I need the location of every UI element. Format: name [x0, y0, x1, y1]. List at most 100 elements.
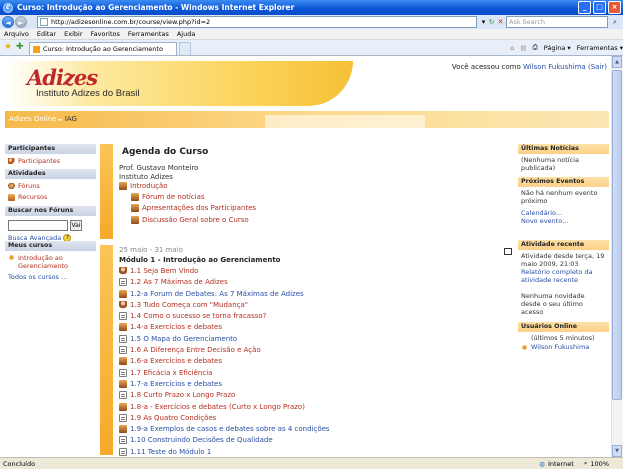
search-input[interactable]: Ask Search — [506, 16, 608, 28]
scrollbar-thumb[interactable] — [612, 70, 622, 400]
doc-icon — [119, 391, 127, 400]
module-1-section: 25 maio - 31 maio Módulo 1 - Introdução … — [100, 245, 514, 456]
home-icon[interactable]: ⌂ — [510, 44, 514, 52]
doc-icon — [119, 413, 127, 422]
tools-menu[interactable]: Ferramentas ▾ — [577, 44, 623, 52]
resources-link[interactable]: Recursos — [8, 193, 93, 201]
print-icon[interactable]: ⎙ — [533, 43, 538, 52]
forum-search-go-button[interactable]: Vai — [70, 220, 82, 231]
section-dates: 25 maio - 31 maio — [119, 246, 183, 254]
no-events-text: Não há nenhum evento próximo — [521, 189, 598, 205]
stop-icon[interactable]: ✕ — [495, 16, 506, 28]
forums-link[interactable]: Fóruns — [8, 182, 93, 190]
doc-icon — [119, 436, 127, 445]
section-toggle-icon[interactable] — [504, 248, 512, 255]
recent-activity-block: Atividade recente Atividade desde terça,… — [518, 240, 609, 318]
my-courses-block: Meus cursos Introdução ao Gerenciamento … — [5, 241, 96, 284]
module-item-link[interactable]: 1.5 O Mapa do Gerenciamento — [119, 334, 499, 343]
online-user-link[interactable]: Wilson Fukushima — [521, 343, 606, 351]
my-course-link[interactable]: Introdução ao Gerenciamento — [8, 254, 93, 270]
module-item-link[interactable]: 1.7-a Exercícios e debates — [119, 379, 499, 388]
module-item-link[interactable]: 1.8 Curto Prazo x Longo Prazo — [119, 391, 499, 400]
close-window-button[interactable]: × — [608, 1, 621, 14]
doc-icon — [119, 278, 127, 287]
forum-icon — [131, 215, 139, 224]
address-field[interactable]: http://adizesonline.com.br/course/view.p… — [37, 16, 477, 28]
module-item-link[interactable]: 1.10 Construindo Decisões de Qualidade — [119, 436, 499, 445]
new-tab-button[interactable] — [179, 42, 191, 55]
module-item-label: 1.7 Eficácia x Eficiência — [130, 368, 213, 377]
window-titlebar: Curso: Introdução ao Gerenciamento - Win… — [0, 0, 623, 15]
module-item-link[interactable]: 1.8-a - Exercícios e debates (Curto x Lo… — [119, 402, 499, 411]
user-link[interactable]: Wilson Fukushima — [523, 63, 586, 71]
menu-ferramentas[interactable]: Ferramentas — [128, 30, 169, 38]
module-item-link[interactable]: 1.6 A Diferença Entre Decisão e Ação — [119, 346, 499, 355]
forward-button[interactable]: ► — [15, 16, 27, 28]
module-item-link[interactable]: 1.4-a Exercícios e debates — [119, 323, 499, 332]
all-courses-link[interactable]: Todos os cursos ... — [8, 273, 93, 281]
user-icon — [119, 267, 127, 275]
participants-label: Participantes — [18, 157, 61, 165]
module-item-label: 1.6 A Diferença Entre Decisão e Ação — [130, 346, 261, 355]
logout-link[interactable]: (Sair) — [588, 63, 607, 71]
block-title: Meus cursos — [5, 241, 96, 251]
module-item-link[interactable]: 1.2 As 7 Máximas de Adizes — [119, 278, 499, 287]
my-course-label: Introdução ao Gerenciamento — [18, 254, 69, 270]
breadcrumb-home-link[interactable]: Adizes Online — [9, 115, 57, 123]
menu-favoritos[interactable]: Favoritos — [91, 30, 120, 38]
news-forum-label: Fórum de notícias — [142, 193, 205, 201]
favorites-star-icon[interactable]: ★ — [4, 43, 12, 52]
participants-link[interactable]: Participantes — [8, 157, 93, 165]
module-item-link[interactable]: 1.9 As Quatro Condições — [119, 413, 499, 422]
scroll-up-icon[interactable]: ▲ — [612, 56, 622, 68]
module-item-label: 1.6-a Exercícios e debates — [130, 357, 223, 366]
block-title: Buscar nos Fóruns — [5, 206, 96, 216]
module-item-link[interactable]: 1.1 Seja Bem Vindo — [119, 267, 499, 275]
resource-icon — [8, 193, 15, 201]
maximize-button[interactable]: □ — [593, 1, 606, 14]
zoom-icon[interactable]: ⌕ — [584, 459, 588, 468]
add-favorite-icon[interactable]: ✚ — [16, 43, 24, 52]
module-item-link[interactable]: 1.6-a Exercícios e debates — [119, 357, 499, 366]
adizes-logo[interactable]: Adizes — [27, 65, 98, 90]
search-icon[interactable]: ⌕ — [609, 16, 621, 28]
back-button[interactable]: ◄ — [2, 16, 14, 28]
feeds-icon[interactable]: ▤ — [520, 44, 526, 52]
module-item-label: 1.3 Tudo Começa com "Mudança" — [130, 300, 249, 309]
module-item-link[interactable]: 1.11 Teste do Módulo 1 — [119, 447, 499, 456]
minimize-button[interactable]: _ — [578, 1, 591, 14]
module-item-link[interactable]: 1.7 Eficácia x Eficiência — [119, 368, 499, 377]
forum-search-input[interactable] — [8, 220, 68, 231]
tab-course[interactable]: Curso: Introdução ao Gerenciamento — [29, 42, 177, 55]
forum-icon — [119, 289, 127, 298]
forum-icon — [131, 193, 139, 201]
online-window: (últimos 5 minutos) — [531, 334, 595, 342]
doc-icon — [119, 368, 127, 377]
module-item-link[interactable]: 1.3 Tudo Começa com "Mudança" — [119, 300, 499, 309]
discussion-forum-link[interactable]: Discussão Geral sobre o Curso — [131, 215, 256, 224]
intro-link[interactable]: Introdução — [119, 182, 256, 190]
zoom-level[interactable]: 100% — [590, 460, 609, 468]
new-event-link[interactable]: Novo evento... — [521, 217, 606, 225]
menu-exibir[interactable]: Exibir — [64, 30, 82, 38]
address-url: http://adizesonline.com.br/course/view.p… — [51, 18, 211, 26]
menu-arquivo[interactable]: Arquivo — [4, 30, 29, 38]
doc-icon — [119, 447, 127, 456]
full-report-link[interactable]: Relatório completo da atividade recente — [521, 268, 606, 284]
page-menu[interactable]: Página ▾ — [544, 44, 571, 52]
module-item-link[interactable]: 1.2-a Forum de Debates: As 7 Máximas de … — [119, 289, 499, 298]
scroll-down-icon[interactable]: ▼ — [612, 445, 622, 457]
module-item-link[interactable]: 1.4 Como o sucesso se torna fracasso? — [119, 312, 499, 321]
menu-editar[interactable]: Editar — [37, 30, 56, 38]
presentations-forum-link[interactable]: Apresentações dos Participantes — [131, 204, 256, 213]
forum-icon — [131, 204, 139, 213]
section-side-bar — [100, 245, 113, 455]
module-item-link[interactable]: 1.9-a Exemplos de casos e debates sobre … — [119, 425, 499, 434]
calendar-link[interactable]: Calendário... — [521, 209, 606, 217]
resources-label: Recursos — [18, 193, 48, 201]
breadcrumb-separator: ► — [58, 117, 63, 123]
news-forum-link[interactable]: Fórum de notícias — [131, 193, 256, 201]
teacher-name: Prof. Gustavo Monteiro — [119, 164, 199, 172]
module-item-label: 1.8-a - Exercícios e debates (Curto x Lo… — [130, 402, 305, 411]
menu-ajuda[interactable]: Ajuda — [177, 30, 195, 38]
